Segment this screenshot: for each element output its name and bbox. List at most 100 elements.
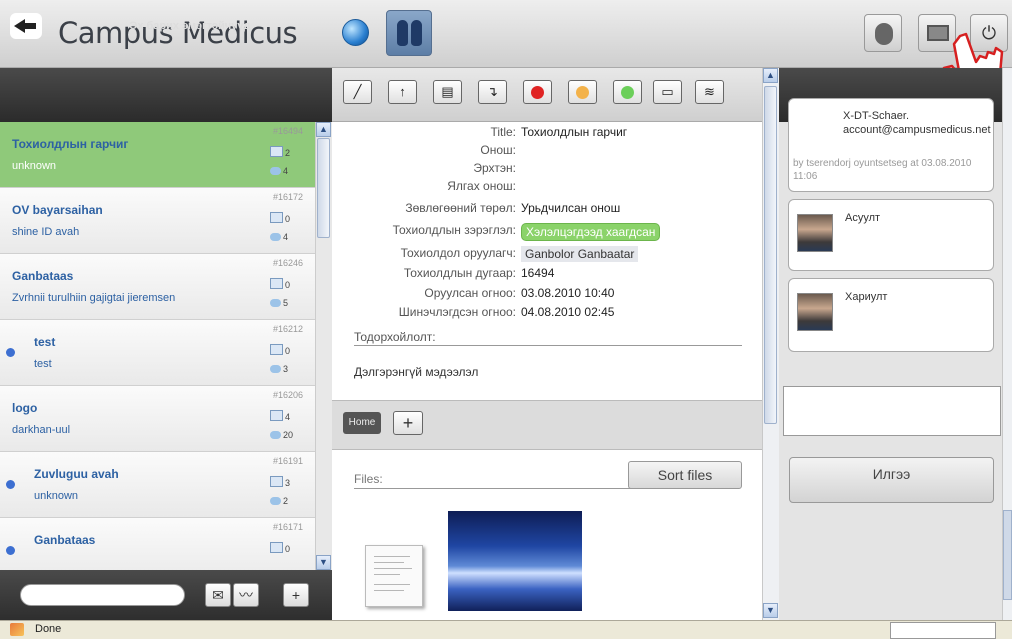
field-label: Оруулсан огноо:: [424, 286, 516, 300]
status-green-button[interactable]: [613, 80, 642, 104]
comment-card[interactable]: Хариулт: [788, 278, 994, 352]
field-value: Урьдчилсан онош: [521, 201, 621, 215]
unread-dot-icon: [6, 480, 15, 489]
field-row: Эрхтэн:: [332, 161, 762, 178]
case-item[interactable]: #16246 Ganbataas Zvrhnii turulhiin gajig…: [0, 254, 315, 320]
field-label: Тохиолдлын зэрэглэл:: [392, 223, 516, 237]
case-title: test: [34, 335, 56, 349]
field-value: 03.08.2010 10:40: [521, 286, 615, 300]
case-subtitle: test: [34, 358, 52, 370]
send-button[interactable]: Илгээ: [789, 457, 994, 503]
plus-icon: +: [402, 413, 414, 433]
case-subtitle: darkhan-uul: [12, 424, 71, 436]
case-id: #16191: [272, 456, 303, 466]
case-title: logo: [12, 401, 38, 415]
field-row: Title: Тохиолдлын гарчиг: [332, 125, 762, 142]
scroll-down-icon[interactable]: ▼: [763, 603, 778, 618]
case-subtitle: Zvrhnii turulhiin gajigtai jieremsen: [12, 292, 176, 304]
field-value: Тохиолдлын гарчиг: [521, 125, 628, 139]
bug-report-button[interactable]: [864, 14, 902, 52]
comment-count: 2: [270, 496, 288, 506]
comment-card: X-DT-Schaer. account@campusmedicus.net b…: [788, 98, 994, 192]
field-row: Тохиолдлын дугаар: 16494: [332, 266, 762, 283]
envelope-icon: ✉: [212, 587, 224, 603]
comment-text: X-DT-Schaer. account@campusmedicus.net: [843, 110, 991, 136]
case-item[interactable]: #16494 Тохиолдлын гарчиг unknown 2 4: [0, 122, 315, 188]
sort-files-button[interactable]: Sort files: [628, 461, 742, 489]
edit-button[interactable]: ╱: [343, 80, 372, 104]
field-value: 04.08.2010 02:45: [521, 305, 615, 319]
case-list-scroll-thumb[interactable]: [317, 138, 330, 238]
description-text: Дэлгэрэнгүй мэдээлэл: [354, 365, 479, 379]
document-count: 3: [270, 476, 290, 488]
field-row: Шинэчлэгдсэн огноо: 04.08.2010 02:45: [332, 305, 762, 322]
scroll-up-icon[interactable]: ▲: [763, 68, 778, 83]
file-document-icon[interactable]: [365, 545, 423, 607]
file-image-thumbnail[interactable]: [448, 511, 582, 611]
stats-button[interactable]: 〰: [233, 583, 259, 607]
field-label: Онош:: [480, 143, 516, 157]
field-label: Зөвлөгөөний төрөл:: [405, 201, 516, 215]
comments-panel: [779, 122, 1002, 620]
orange-dot-icon: [576, 86, 589, 99]
case-item[interactable]: #16172 OV bayarsaihan shine ID avah 0 4: [0, 188, 315, 254]
search-input[interactable]: [20, 584, 185, 606]
turn-arrow-icon: ↴: [487, 84, 498, 99]
status-red-button[interactable]: [523, 80, 552, 104]
case-subtitle: unknown: [12, 160, 57, 172]
document-count: 2: [270, 146, 290, 158]
comment-title: Хариулт: [845, 291, 888, 303]
browser-status-bar: [0, 620, 1012, 639]
add-tab-button[interactable]: +: [393, 411, 423, 435]
document-count: 0: [270, 278, 290, 290]
mail-button[interactable]: ✉: [205, 583, 231, 607]
case-id: #16246: [272, 258, 303, 268]
green-dot-icon: [621, 86, 634, 99]
document-count: 0: [270, 542, 290, 554]
field-label: Тохиолдлын дугаар:: [403, 266, 516, 280]
case-item[interactable]: #16191 Zuvluguu avah unknown 3 2: [0, 452, 315, 518]
field-row: Тохиолдлын зэрэглэл: Хэлэлцэгдээд хаагдса…: [332, 223, 762, 241]
field-label: Тохиолдол оруулагч:: [400, 246, 516, 260]
comment-count: 5: [270, 298, 288, 308]
upload-button[interactable]: ↑: [388, 80, 417, 104]
field-row: Зөвлөгөөний төрөл: Урьдчилсан онош: [332, 201, 762, 218]
add-case-button[interactable]: +: [283, 583, 309, 607]
tab-home[interactable]: Home: [343, 412, 381, 434]
reporter-badge: Ganbolor Ganbaatar: [521, 246, 639, 262]
case-list-header: [0, 68, 332, 122]
field-row: Ялгах онош:: [332, 179, 762, 196]
document-icon: ▤: [441, 84, 454, 99]
window-view-button[interactable]: ▭: [653, 80, 682, 104]
comment-title: Асуулт: [845, 212, 881, 224]
wifi-button[interactable]: ≋: [695, 80, 724, 104]
comment-card[interactable]: Асуулт: [788, 199, 994, 271]
reply-input[interactable]: [783, 386, 1001, 436]
bug-icon: [875, 23, 893, 45]
case-item[interactable]: #16212 test test 0 3: [0, 320, 315, 386]
avatar: [797, 293, 833, 331]
scroll-down-icon[interactable]: ▼: [316, 555, 331, 570]
description-divider: [354, 345, 742, 346]
scroll-up-icon[interactable]: ▲: [316, 122, 331, 137]
status-orange-button[interactable]: [568, 80, 597, 104]
field-row: Оруулсан огноо: 03.08.2010 10:40: [332, 286, 762, 303]
case-item[interactable]: #16171 Ganbataas 0: [0, 518, 315, 570]
field-label: Title:: [490, 125, 516, 139]
document-button[interactable]: ▤: [433, 80, 462, 104]
detail-scroll-thumb[interactable]: [764, 86, 777, 424]
case-title: Ganbataas: [12, 269, 74, 283]
case-item[interactable]: #16206 logo darkhan-uul 4 20: [0, 386, 315, 452]
field-label: Эрхтэн:: [473, 161, 516, 175]
forward-button[interactable]: ↴: [478, 80, 507, 104]
case-list: #16494 Тохиолдлын гарчиг unknown 2 4 #16…: [0, 122, 315, 570]
lungs-button[interactable]: [386, 10, 432, 56]
lung-left-icon: [397, 20, 408, 46]
comments-scroll-thumb[interactable]: [1003, 510, 1012, 600]
globe-icon: [342, 19, 369, 46]
document-count: 0: [270, 344, 290, 356]
globe-button[interactable]: [337, 14, 375, 52]
back-arrow-icon[interactable]: [10, 13, 42, 39]
case-id: #16206: [272, 390, 303, 400]
comment-count: 4: [270, 166, 288, 176]
